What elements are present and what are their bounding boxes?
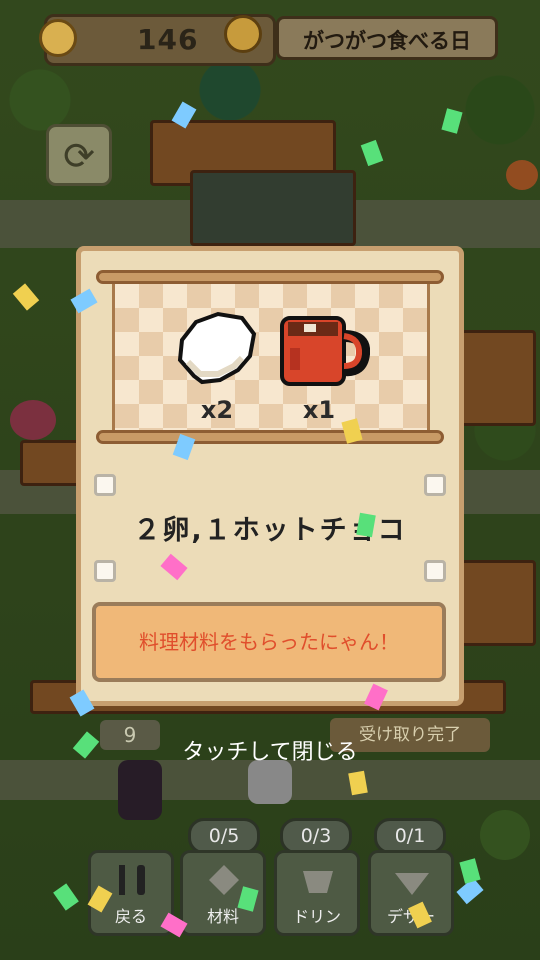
reward-item-egg: x2 (172, 304, 262, 424)
reward-message: 料理材料をもらったにゃん！ (92, 602, 446, 682)
drinks-label: ドリン (292, 907, 341, 926)
drink-icon (299, 863, 337, 897)
dessert-icon (393, 863, 431, 897)
coin-count: 146 (137, 23, 199, 56)
event-title[interactable]: がつがつ食べる日 (276, 16, 498, 60)
dessert-count: 0/1 (374, 818, 446, 854)
event-coin-icon (224, 15, 262, 53)
frame-corner (424, 560, 446, 582)
refresh-icon[interactable]: ⟳ (46, 124, 112, 186)
ingredient-icon (205, 863, 243, 897)
mug-icon (280, 316, 371, 386)
drink-count: 0/3 (280, 818, 352, 854)
item-quantity: x2 (200, 396, 234, 424)
frame-corner (94, 560, 116, 582)
frame-corner (94, 474, 116, 496)
tab-desserts[interactable]: デザー (368, 850, 454, 936)
reward-item-hot-chocolate: x1 (274, 304, 371, 424)
ingredient-count: 0/5 (188, 818, 260, 854)
egg-icon (177, 311, 257, 385)
back-cutlery-icon (113, 863, 151, 897)
coin-icon (39, 19, 77, 57)
tab-drinks[interactable]: ドリン (274, 850, 360, 936)
scroll-bottom-bar (96, 430, 444, 444)
reward-summary: ２卵,１ホットチョコ (133, 515, 407, 546)
frame-corner (424, 474, 446, 496)
scroll-top-bar (96, 270, 444, 284)
reward-scroll (112, 284, 430, 434)
